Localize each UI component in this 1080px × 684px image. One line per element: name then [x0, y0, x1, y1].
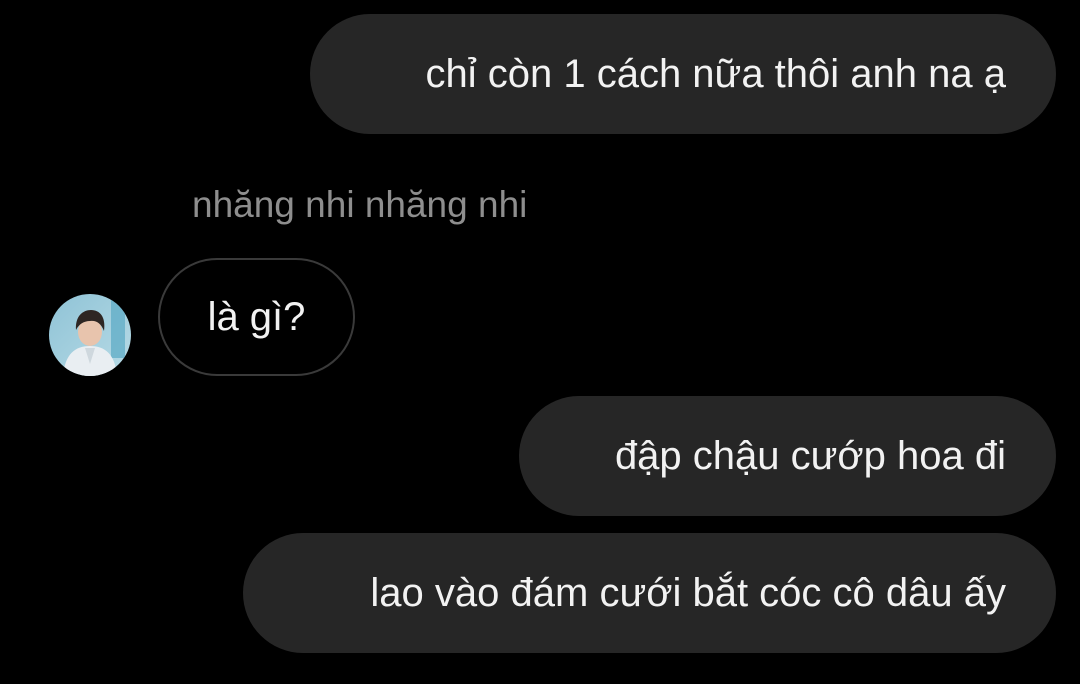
outgoing-message-bubble[interactable]: chỉ còn 1 cách nữa thôi anh na ạ [310, 14, 1056, 134]
avatar-photo-icon [49, 294, 131, 376]
outgoing-message-bubble[interactable]: đập chậu cướp hoa đi [519, 396, 1056, 516]
message-text: đập chậu cướp hoa đi [614, 433, 1006, 478]
sender-avatar[interactable] [49, 294, 131, 376]
outgoing-message-bubble[interactable]: lao vào đám cưới bắt cóc cô dâu ấy [243, 533, 1056, 653]
sender-name: nhăng nhi nhăng nhi [192, 184, 528, 225]
message-text: chỉ còn 1 cách nữa thôi anh na ạ [425, 51, 1006, 96]
message-text: là gì? [207, 294, 306, 339]
incoming-message-bubble[interactable]: là gì? [158, 258, 355, 376]
message-text: lao vào đám cưới bắt cóc cô dâu ấy [370, 570, 1006, 615]
